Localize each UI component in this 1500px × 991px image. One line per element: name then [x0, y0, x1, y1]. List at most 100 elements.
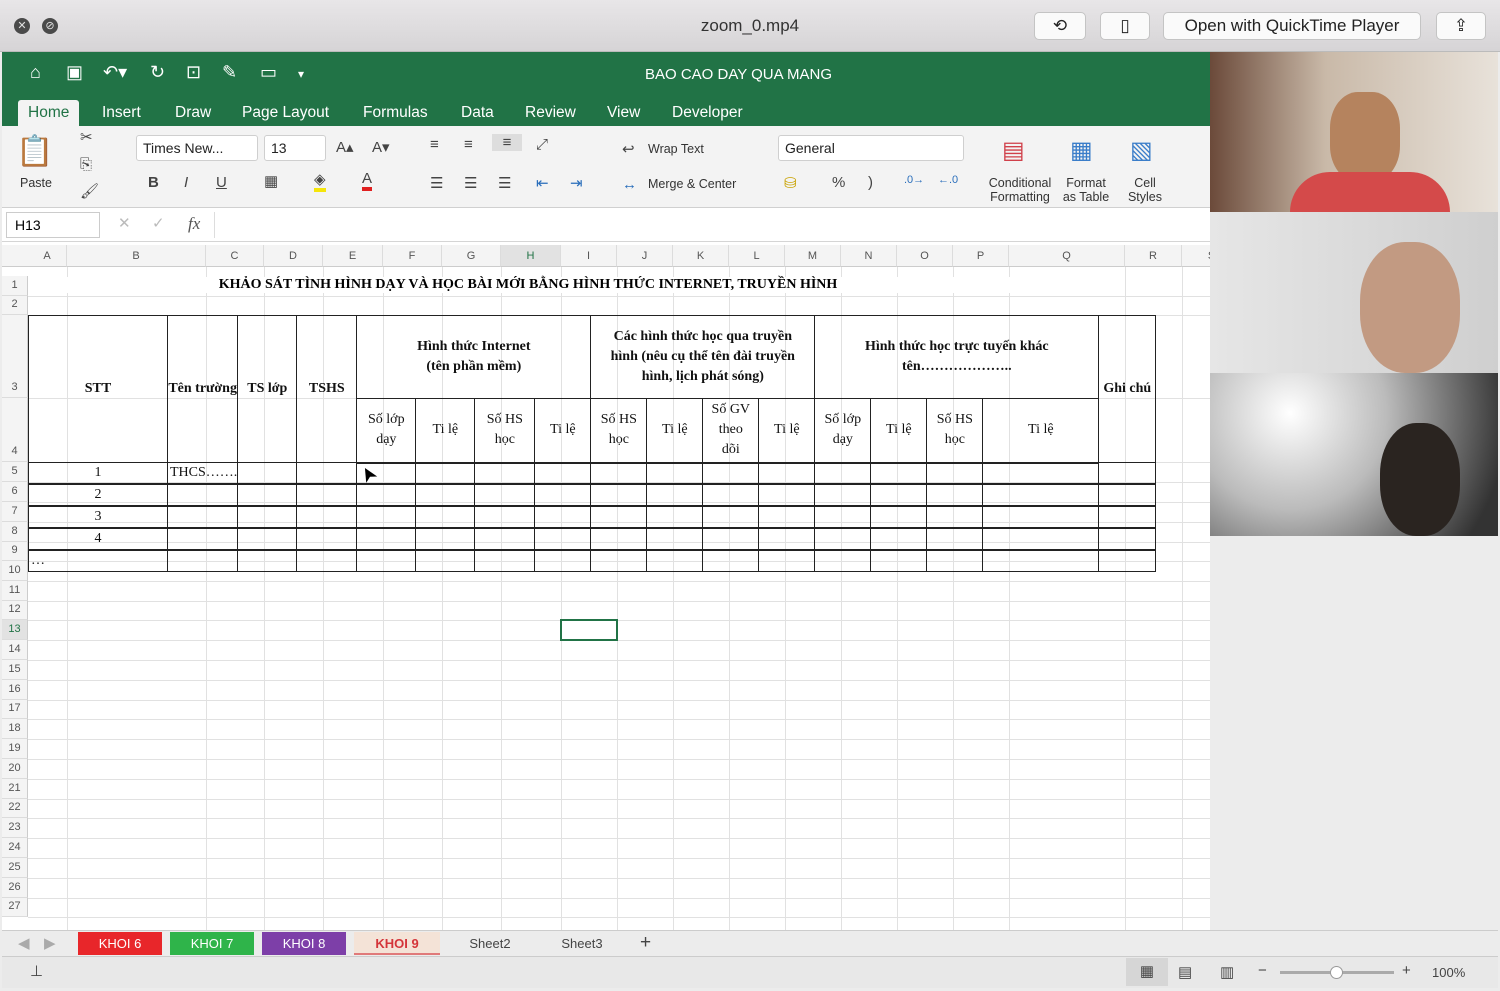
cell[interactable] [814, 462, 872, 485]
cell[interactable] [926, 527, 984, 551]
cell[interactable] [296, 549, 358, 572]
cell[interactable] [702, 462, 760, 485]
cell[interactable] [982, 505, 1100, 529]
wrap-text-button[interactable]: Wrap Text [648, 142, 704, 156]
sheet-tab-khoi-7[interactable]: KHOI 7 [170, 932, 254, 955]
underline-button[interactable]: U [216, 174, 227, 191]
row-header-5[interactable]: 5 [2, 462, 28, 482]
cell-styles-icon[interactable]: ▧ [1130, 136, 1153, 165]
cell[interactable] [296, 527, 358, 551]
bold-button[interactable]: B [148, 174, 159, 191]
row-header-19[interactable]: 19 [2, 739, 28, 759]
tab-developer[interactable]: Developer [662, 100, 753, 126]
undo-icon[interactable]: ↶▾ [103, 62, 127, 83]
format-painter-icon[interactable]: 🖌 [80, 182, 99, 200]
cell[interactable] [415, 462, 476, 485]
trim-button[interactable]: ▯ [1100, 12, 1150, 40]
subheader[interactable]: Ti lệ [870, 398, 928, 464]
cell[interactable] [646, 483, 704, 507]
cell[interactable] [237, 462, 298, 485]
header-stt[interactable]: STT [28, 315, 168, 463]
sheet-tab-khoi-8[interactable]: KHOI 8 [262, 932, 346, 955]
cell[interactable] [356, 527, 417, 551]
subheader[interactable]: Số HS học [590, 398, 648, 464]
align-top-icon[interactable]: ≡ [430, 136, 439, 153]
cell[interactable] [814, 483, 872, 507]
sheet-tab-sheet3[interactable]: Sheet3 [538, 932, 626, 955]
row-header-15[interactable]: 15 [2, 660, 28, 680]
tab-home[interactable]: Home [18, 100, 80, 126]
name-box[interactable]: H13 [6, 212, 100, 238]
cell[interactable] [758, 549, 816, 572]
zoom-in-icon[interactable]: + [1402, 962, 1411, 979]
font-size-select[interactable]: 13 [264, 135, 326, 161]
sheet-tab-sheet2[interactable]: Sheet2 [446, 932, 534, 955]
next-sheet-icon[interactable]: ▶ [44, 934, 56, 952]
tab-insert[interactable]: Insert [92, 100, 151, 126]
align-left-icon[interactable]: ☰ [430, 174, 443, 192]
save-icon[interactable]: ▣ [66, 62, 83, 83]
cell[interactable] [415, 549, 476, 572]
row-header-1[interactable]: 1 [2, 276, 28, 296]
cell[interactable] [534, 483, 592, 507]
align-center-icon[interactable]: ☰ [464, 174, 477, 192]
open-quicktime-button[interactable]: Open with QuickTime Player [1163, 12, 1421, 40]
conditional-formatting-button[interactable]: Conditional Formatting [984, 176, 1056, 204]
select-all-corner[interactable] [2, 245, 28, 267]
cell[interactable] [758, 462, 816, 485]
confirm-icon[interactable]: ✓ [152, 214, 165, 232]
subheader[interactable]: Số lớp dạy [814, 398, 872, 464]
column-header-K[interactable]: K [673, 245, 729, 267]
column-header-J[interactable]: J [617, 245, 673, 267]
header-truyen-hinh[interactable]: Các hình thức học qua truyền hình (nêu c… [590, 315, 816, 399]
cell[interactable] [356, 483, 417, 507]
cell[interactable] [590, 527, 648, 551]
increase-font-icon[interactable]: A▴ [336, 138, 354, 156]
rotate-button[interactable]: ⟲ [1034, 12, 1086, 40]
cell[interactable] [1098, 483, 1157, 507]
row-header-22[interactable]: 22 [2, 798, 28, 819]
cell[interactable] [702, 549, 760, 572]
cell[interactable] [870, 549, 928, 572]
cell[interactable] [870, 527, 928, 551]
currency-icon[interactable]: ⛁ [784, 174, 797, 192]
function-icon[interactable]: fx [188, 214, 200, 234]
normal-view-icon[interactable]: ▦ [1126, 958, 1168, 986]
column-header-P[interactable]: P [953, 245, 1009, 267]
italic-button[interactable]: I [184, 174, 188, 191]
cell[interactable] [356, 549, 417, 572]
tab-view[interactable]: View [597, 100, 650, 126]
cell-stt[interactable]: 3 [28, 505, 168, 529]
row-header-20[interactable]: 20 [2, 759, 28, 779]
cell[interactable] [702, 527, 760, 551]
cell[interactable] [474, 462, 536, 485]
cell[interactable] [590, 505, 648, 529]
subheader[interactable]: Ti lệ [646, 398, 704, 464]
cell[interactable] [415, 483, 476, 507]
cell-styles-button[interactable]: Cell Styles [1120, 176, 1170, 204]
tab-draw[interactable]: Draw [165, 100, 221, 126]
cell[interactable] [474, 483, 536, 507]
fill-color-icon[interactable]: ◈ [314, 170, 326, 192]
cell[interactable] [534, 462, 592, 485]
cell[interactable] [758, 527, 816, 551]
row-header-12[interactable]: 12 [2, 600, 28, 621]
row-header-14[interactable]: 14 [2, 640, 28, 660]
font-name-select[interactable]: Times New... [136, 135, 258, 161]
cell[interactable] [237, 549, 298, 572]
row-header-8[interactable]: 8 [2, 522, 28, 542]
cell[interactable] [982, 483, 1100, 507]
cell[interactable] [590, 549, 648, 572]
cell[interactable] [534, 527, 592, 551]
row-header-3[interactable]: 3 [2, 315, 28, 398]
column-header-Q[interactable]: Q [1009, 245, 1125, 267]
cell-ten-truong[interactable] [166, 483, 239, 507]
form-icon[interactable]: ⊡ [186, 62, 201, 83]
cell[interactable] [870, 483, 928, 507]
row-header-17[interactable]: 17 [2, 699, 28, 720]
align-right-icon[interactable]: ☰ [498, 174, 511, 192]
cell[interactable] [590, 483, 648, 507]
row-header-6[interactable]: 6 [2, 482, 28, 502]
wrap-text-icon[interactable]: ↩ [622, 140, 635, 158]
subheader[interactable]: Ti lệ [534, 398, 592, 464]
